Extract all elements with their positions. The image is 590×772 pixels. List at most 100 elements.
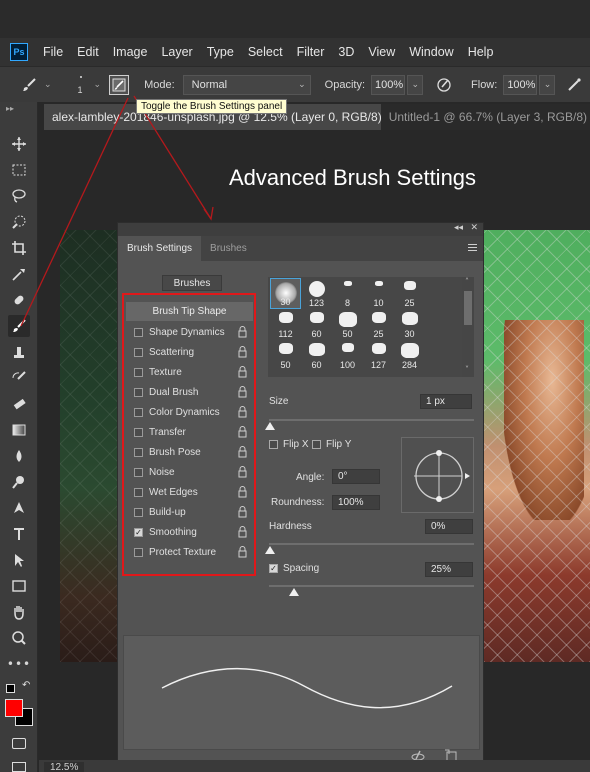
chevron-down-icon[interactable]: ⌄ — [94, 80, 102, 90]
lock-icon[interactable] — [238, 366, 247, 378]
tab-brushes[interactable]: Brushes — [201, 236, 256, 261]
spacing-slider-handle[interactable] — [289, 588, 299, 596]
flow-field[interactable]: 100% — [503, 74, 538, 95]
hardness-slider-handle[interactable] — [265, 546, 275, 554]
path-selection-tool-icon[interactable] — [8, 549, 30, 571]
brush-preset[interactable]: 284 — [394, 340, 425, 371]
brushes-button[interactable]: Brushes — [162, 275, 222, 291]
setting-checkbox[interactable] — [134, 427, 143, 437]
setting-checkbox[interactable] — [134, 387, 143, 397]
marquee-tool-icon[interactable] — [8, 159, 30, 181]
crop-tool-icon[interactable] — [8, 237, 30, 259]
eraser-tool-icon[interactable] — [8, 393, 30, 415]
zoom-tool-icon[interactable] — [8, 627, 30, 649]
toggle-brush-settings-button[interactable] — [109, 74, 130, 95]
menu-select[interactable]: Select — [241, 45, 290, 59]
menu-3d[interactable]: 3D — [331, 45, 361, 59]
setting-shape-dynamics[interactable]: Shape Dynamics — [126, 322, 253, 342]
setting-dual-brush[interactable]: Dual Brush — [126, 382, 253, 402]
setting-color-dynamics[interactable]: Color Dynamics — [126, 402, 253, 422]
tab-untitled-1[interactable]: Untitled-1 @ 66.7% (Layer 3, RGB/8) — [381, 104, 590, 130]
brush-preset[interactable]: 10 — [363, 278, 394, 309]
lock-icon[interactable] — [238, 506, 247, 518]
lock-icon[interactable] — [238, 486, 247, 498]
setting-texture[interactable]: Texture — [126, 362, 253, 382]
setting-checkbox[interactable] — [134, 507, 143, 517]
brush-preset[interactable]: 60 — [301, 340, 332, 371]
lock-icon[interactable] — [238, 426, 247, 438]
brush-tool-icon[interactable] — [20, 76, 38, 94]
panel-menu-icon[interactable] — [468, 244, 477, 253]
setting-checkbox[interactable]: ✓ — [134, 527, 143, 537]
chevron-up-icon[interactable]: ˄ — [465, 277, 469, 286]
lock-icon[interactable] — [238, 446, 247, 458]
preset-scrollbar[interactable]: ˄ ˅ — [462, 277, 474, 377]
setting-checkbox[interactable] — [134, 347, 143, 357]
setting-wet-edges[interactable]: Wet Edges — [126, 482, 253, 502]
brush-preset[interactable]: 30 — [270, 278, 301, 309]
brush-preset[interactable]: 112 — [270, 309, 301, 340]
spacing-checkbox[interactable]: ✓ — [269, 564, 278, 573]
setting-build-up[interactable]: Build-up — [126, 502, 253, 522]
airbrush-icon[interactable] — [565, 76, 583, 94]
menu-type[interactable]: Type — [200, 45, 241, 59]
menu-help[interactable]: Help — [461, 45, 501, 59]
setting-checkbox[interactable] — [134, 407, 143, 417]
lock-icon[interactable] — [238, 546, 247, 558]
setting-checkbox[interactable] — [134, 447, 143, 457]
pen-tool-icon[interactable] — [8, 497, 30, 519]
dodge-tool-icon[interactable] — [8, 471, 30, 493]
menu-view[interactable]: View — [361, 45, 402, 59]
brush-preset[interactable]: 100 — [332, 340, 363, 371]
lock-icon[interactable] — [238, 326, 247, 338]
quick-selection-tool-icon[interactable] — [8, 211, 30, 233]
swap-colors-icon[interactable]: ↶ — [22, 680, 30, 691]
brush-preset-picker[interactable]: 1 — [70, 71, 92, 99]
move-tool-icon[interactable] — [8, 133, 30, 155]
screen-mode-icon[interactable] — [12, 762, 26, 772]
brush-preset[interactable]: 30 — [394, 309, 425, 340]
setting-checkbox[interactable] — [134, 547, 143, 557]
lock-icon[interactable] — [238, 466, 247, 478]
brush-preset[interactable]: 50 — [270, 340, 301, 371]
mode-select[interactable]: Normal ⌄ — [182, 74, 311, 95]
menu-file[interactable]: File — [36, 45, 70, 59]
quick-mask-icon[interactable] — [12, 738, 26, 749]
clone-stamp-tool-icon[interactable] — [8, 341, 30, 363]
brush-preset[interactable]: 60 — [301, 309, 332, 340]
flow-dropdown[interactable]: ⌄ — [539, 74, 556, 95]
menu-filter[interactable]: Filter — [290, 45, 332, 59]
setting-checkbox[interactable] — [134, 327, 143, 337]
brush-preset[interactable]: 25 — [363, 309, 394, 340]
lock-icon[interactable] — [238, 526, 247, 538]
setting-transfer[interactable]: Transfer — [126, 422, 253, 442]
angle-field[interactable]: 0° — [332, 469, 380, 484]
brush-preset[interactable]: 50 — [332, 309, 363, 340]
hand-tool-icon[interactable] — [8, 601, 30, 623]
setting-checkbox[interactable] — [134, 487, 143, 497]
more-tools-icon[interactable]: ••• — [7, 653, 30, 675]
setting-checkbox[interactable] — [134, 367, 143, 377]
history-brush-tool-icon[interactable] — [8, 367, 30, 389]
lock-icon[interactable] — [238, 406, 247, 418]
angle-roundness-widget[interactable] — [401, 437, 474, 513]
close-icon[interactable]: ✕ — [470, 223, 478, 233]
scrollbar-thumb[interactable] — [464, 291, 472, 325]
flip-x-checkbox[interactable] — [269, 440, 278, 449]
setting-brush-pose[interactable]: Brush Pose — [126, 442, 253, 462]
brush-preset[interactable]: 123 — [301, 278, 332, 309]
menu-image[interactable]: Image — [106, 45, 155, 59]
hardness-slider-track[interactable] — [269, 543, 474, 545]
brush-preset[interactable]: 127 — [363, 340, 394, 371]
brush-preset[interactable]: 25 — [394, 278, 425, 309]
blur-tool-icon[interactable] — [8, 445, 30, 467]
rectangle-tool-icon[interactable] — [8, 575, 30, 597]
pressure-opacity-icon[interactable] — [435, 76, 453, 94]
menu-window[interactable]: Window — [402, 45, 460, 59]
size-field[interactable]: 1 px — [420, 394, 472, 409]
roundness-field[interactable]: 100% — [332, 495, 380, 510]
setting-noise[interactable]: Noise — [126, 462, 253, 482]
setting-smoothing[interactable]: ✓ Smoothing — [126, 522, 253, 542]
size-slider-handle[interactable] — [265, 422, 275, 430]
brush-tool-icon[interactable] — [8, 315, 30, 337]
